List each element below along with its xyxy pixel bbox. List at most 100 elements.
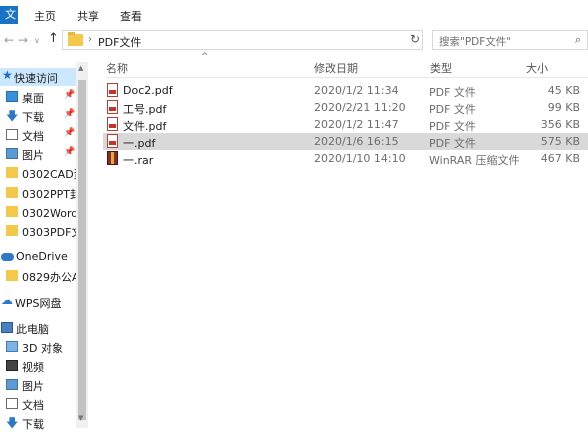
sidebar-item-label: 0303PDF文字 bbox=[22, 226, 76, 239]
column-header-size[interactable]: 大小 bbox=[526, 60, 548, 76]
file-date: 2020/2/21 11:20 bbox=[314, 101, 406, 114]
file-date: 2020/1/6 16:15 bbox=[314, 135, 399, 148]
column-header-name[interactable]: 名称 bbox=[106, 60, 128, 76]
back-icon[interactable]: ← bbox=[4, 33, 14, 47]
pin-icon[interactable]: 📌 bbox=[64, 109, 75, 119]
file-date: 2020/1/2 11:47 bbox=[314, 118, 399, 131]
refresh-icon[interactable]: ↻ bbox=[410, 32, 420, 46]
rar-archive-icon bbox=[107, 151, 118, 165]
sidebar-item-pictures[interactable]: 图片 bbox=[0, 376, 76, 394]
pdf-file-icon bbox=[107, 117, 118, 131]
file-row[interactable]: 一.rar 2020/1/10 14:10 WinRAR 压缩文件 467 KB bbox=[103, 150, 588, 167]
sidebar-item-label: 视频 bbox=[22, 361, 44, 374]
pin-icon[interactable]: 📌 bbox=[64, 90, 75, 100]
sidebar-item-folder[interactable]: 0302PPT封面 bbox=[0, 184, 76, 202]
forward-icon[interactable]: → bbox=[18, 33, 28, 47]
file-row[interactable]: Doc2.pdf 2020/1/2 11:34 PDF 文件 45 KB bbox=[103, 82, 588, 99]
file-type: PDF 文件 bbox=[429, 103, 476, 116]
sidebar-item-label: 0302PPT封面 bbox=[22, 188, 76, 201]
3d-objects-icon bbox=[6, 341, 18, 352]
breadcrumb-path[interactable]: PDF文件 bbox=[98, 34, 141, 50]
file-size: 45 KB bbox=[547, 84, 580, 97]
sidebar-item-onedrive[interactable]: OneDrive bbox=[0, 248, 76, 266]
scroll-down-icon[interactable]: ▼ bbox=[78, 414, 83, 422]
search-placeholder: 搜索"PDF文件" bbox=[439, 36, 512, 48]
file-date: 2020/1/2 11:34 bbox=[314, 84, 399, 97]
sidebar-item-quick-access[interactable]: ★ 快速访问 bbox=[0, 68, 76, 86]
sidebar-item-videos[interactable]: 视频 bbox=[0, 357, 76, 375]
sidebar-item-label: 0302CAD资 bbox=[22, 168, 76, 181]
sidebar-item-label: OneDrive bbox=[16, 250, 68, 263]
sidebar-item-label: 此电脑 bbox=[16, 323, 49, 336]
file-type: PDF 文件 bbox=[429, 120, 476, 133]
sidebar-item-folder[interactable]: 0302Word打 bbox=[0, 203, 76, 221]
sidebar-item-this-pc[interactable]: 此电脑 bbox=[0, 319, 76, 337]
sidebar-item-documents[interactable]: 文档 📌 bbox=[0, 126, 76, 144]
sidebar-item-folder[interactable]: 0302CAD资 bbox=[0, 164, 76, 182]
file-name: Doc2.pdf bbox=[123, 84, 173, 97]
this-pc-icon bbox=[1, 322, 13, 333]
scroll-up-icon[interactable]: ▲ bbox=[78, 64, 83, 72]
videos-icon bbox=[6, 360, 18, 371]
folder-icon bbox=[6, 206, 18, 217]
desktop-icon bbox=[6, 91, 18, 102]
scrollbar-thumb[interactable] bbox=[78, 80, 86, 420]
pictures-icon bbox=[6, 148, 18, 159]
folder-icon bbox=[6, 270, 18, 281]
sidebar-item-label: 0302Word打 bbox=[22, 207, 76, 220]
file-name: 文件.pdf bbox=[123, 120, 167, 133]
sidebar-item-folder[interactable]: 0303PDF文字 bbox=[0, 222, 76, 240]
sidebar-item-label: 0829办公AP bbox=[22, 271, 76, 284]
sidebar-item-pictures[interactable]: 图片 📌 bbox=[0, 145, 76, 163]
sidebar-item-documents[interactable]: 文档 bbox=[0, 395, 76, 413]
folder-icon bbox=[6, 167, 18, 178]
wps-cloud-icon: ☁ bbox=[1, 293, 13, 307]
column-header-type[interactable]: 类型 bbox=[430, 60, 452, 76]
file-name: 一.pdf bbox=[123, 137, 156, 150]
up-arrow-icon[interactable]: ↑ bbox=[48, 31, 59, 46]
sidebar-item-label: 桌面 bbox=[22, 92, 44, 105]
file-size: 575 KB bbox=[540, 135, 580, 148]
file-type: PDF 文件 bbox=[429, 86, 476, 99]
sidebar-item-downloads[interactable]: 🡇 下载 📌 bbox=[0, 107, 76, 125]
search-input[interactable]: 搜索"PDF文件" ⌕ bbox=[432, 30, 588, 50]
sidebar-item-desktop[interactable]: 桌面 📌 bbox=[0, 88, 76, 106]
sidebar-item-wps-cloud[interactable]: ☁ WPS网盘 bbox=[0, 293, 76, 311]
file-size: 356 KB bbox=[540, 118, 580, 131]
folder-icon bbox=[6, 187, 18, 198]
address-bar[interactable]: › PDF文件 ↻ bbox=[62, 30, 423, 50]
sidebar-item-3d-objects[interactable]: 3D 对象 bbox=[0, 338, 76, 356]
file-name: 工号.pdf bbox=[123, 103, 167, 116]
file-name: 一.rar bbox=[123, 154, 154, 167]
sidebar-item-label: 图片 bbox=[22, 149, 44, 162]
pdf-file-icon bbox=[107, 83, 118, 97]
pin-icon[interactable]: 📌 bbox=[64, 147, 75, 157]
tab-view[interactable]: 查看 bbox=[120, 8, 142, 24]
tab-file[interactable]: 文件 bbox=[0, 6, 18, 39]
sidebar-item-label: 下载 bbox=[22, 111, 44, 124]
tab-home[interactable]: 主页 bbox=[34, 8, 56, 24]
download-icon: 🡇 bbox=[6, 416, 19, 430]
sidebar-item-folder[interactable]: 0829办公AP bbox=[0, 267, 76, 285]
file-row-selected[interactable]: 一.pdf 2020/1/6 16:15 PDF 文件 575 KB bbox=[103, 133, 588, 150]
sidebar-item-label: 3D 对象 bbox=[22, 342, 63, 355]
pdf-file-icon bbox=[107, 134, 118, 148]
pictures-icon bbox=[6, 379, 18, 390]
recent-dropdown-icon[interactable]: ∨ bbox=[34, 36, 40, 45]
sidebar-item-downloads[interactable]: 🡇 下载 bbox=[0, 414, 76, 432]
pin-icon[interactable]: 📌 bbox=[64, 128, 75, 138]
sidebar-item-label: 快速访问 bbox=[14, 72, 58, 85]
sidebar-item-label: 文档 bbox=[22, 399, 44, 412]
sidebar-scrollbar[interactable]: ▲ ▼ bbox=[76, 62, 88, 428]
file-size: 99 KB bbox=[547, 101, 580, 114]
folder-icon bbox=[6, 225, 18, 236]
file-row[interactable]: 工号.pdf 2020/2/21 11:20 PDF 文件 99 KB bbox=[103, 99, 588, 116]
sidebar-item-label: WPS网盘 bbox=[15, 297, 62, 310]
document-icon bbox=[6, 398, 18, 409]
tab-share[interactable]: 共享 bbox=[77, 8, 99, 24]
file-row[interactable]: 文件.pdf 2020/1/2 11:47 PDF 文件 356 KB bbox=[103, 116, 588, 133]
document-icon bbox=[6, 129, 18, 140]
column-header-date[interactable]: 修改日期 bbox=[314, 60, 358, 76]
sort-ascending-icon: ^ bbox=[201, 52, 209, 62]
pdf-file-icon bbox=[107, 100, 118, 114]
